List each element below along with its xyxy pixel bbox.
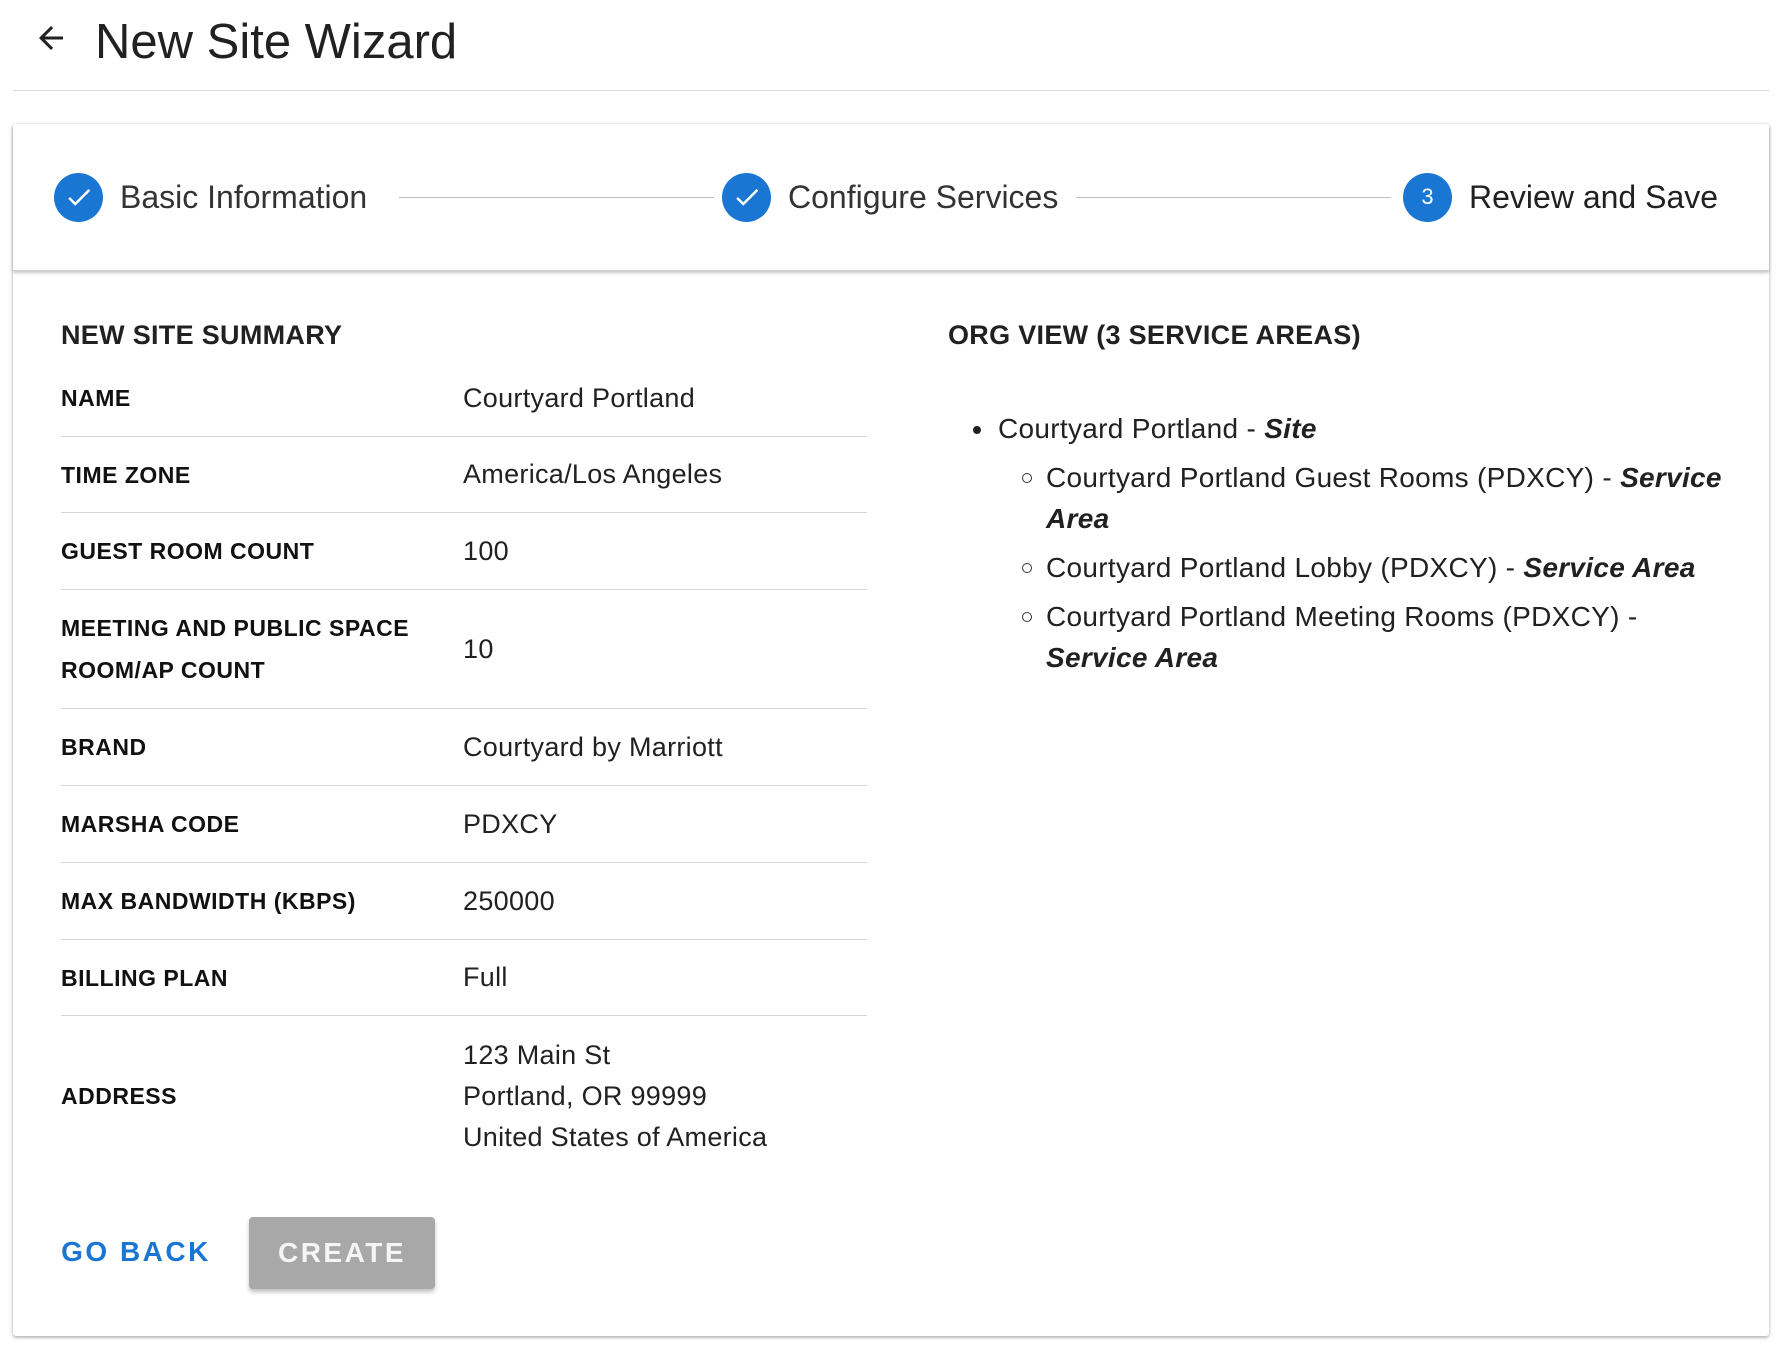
circle-bullet-icon [1022, 563, 1032, 573]
org-service-area-item: Courtyard Portland Lobby (PDXCY) - Servi… [973, 547, 1733, 588]
table-row: MEETING AND PUBLIC SPACE ROOM/AP COUNT 1… [61, 590, 867, 709]
org-service-area-item: Courtyard Portland Guest Rooms (PDXCY) -… [973, 457, 1733, 539]
step-configure-services[interactable]: Configure Services [722, 171, 1058, 223]
stepper: Basic Information Configure Services 3 R… [13, 124, 1769, 271]
go-back-button[interactable]: GO BACK [61, 1219, 211, 1285]
address-line: 123 Main St [463, 1039, 611, 1070]
table-row: ADDRESS 123 Main St Portland, OR 99999 U… [61, 1016, 867, 1176]
service-area-name: Courtyard Portland Guest Rooms (PDXCY) [1046, 462, 1595, 493]
row-value: PDXCY [463, 808, 558, 839]
step-basic-information[interactable]: Basic Information [54, 171, 367, 223]
row-value: Courtyard Portland [463, 382, 696, 413]
row-label: TIME ZONE [61, 461, 191, 488]
service-area-type: Service Area [1523, 552, 1696, 583]
bullet-icon [973, 426, 981, 434]
service-area-type: Service Area [1046, 642, 1219, 673]
summary-title: NEW SITE SUMMARY [61, 320, 343, 350]
row-label: ADDRESS [61, 1083, 177, 1109]
org-separator: - [1497, 552, 1524, 583]
org-separator: - [1238, 413, 1265, 444]
circle-bullet-icon [1022, 612, 1032, 622]
org-site-name: Courtyard Portland [998, 413, 1239, 444]
step-connector [399, 197, 714, 198]
table-row: GUEST ROOM COUNT 100 [61, 513, 867, 590]
wizard-card: Basic Information Configure Services 3 R… [13, 124, 1769, 1336]
back-button[interactable] [27, 14, 75, 62]
org-site-type: Site [1264, 413, 1317, 444]
service-area-name: Courtyard Portland Lobby (PDXCY) [1046, 552, 1498, 583]
step-connector [1076, 197, 1391, 198]
table-row: BILLING PLAN Full [61, 940, 867, 1016]
check-icon [735, 189, 758, 206]
org-site-item: Courtyard Portland - Site [973, 408, 1733, 449]
summary-table: NAME Courtyard Portland TIME ZONE Americ… [61, 360, 867, 1176]
app-header: New Site Wizard [13, 0, 1769, 91]
create-button[interactable]: CREATE [249, 1217, 435, 1289]
step-number-indicator: 3 [1403, 172, 1452, 222]
arrow-left-icon [39, 26, 63, 50]
step-review-and-save[interactable]: 3 Review and Save [1403, 171, 1718, 223]
row-label: GUEST ROOM COUNT [61, 538, 315, 564]
row-value: Courtyard by Marriott [463, 731, 723, 762]
org-separator: - [1619, 601, 1638, 632]
row-label: BRAND [61, 734, 147, 760]
table-row: NAME Courtyard Portland [61, 360, 867, 437]
table-row: BRAND Courtyard by Marriott [61, 709, 867, 786]
row-value: America/Los Angeles [463, 459, 723, 489]
circle-bullet-icon [1022, 473, 1032, 483]
row-label: NAME [61, 385, 131, 411]
org-view-title: ORG VIEW (3 SERVICE AREAS) [948, 320, 1361, 350]
page-title: New Site Wizard [95, 15, 458, 69]
address-line: Portland, OR 99999 [463, 1080, 708, 1111]
row-value: 250000 [463, 885, 555, 916]
address-value: 123 Main St Portland, OR 99999 United St… [463, 1035, 767, 1158]
row-value: Full [463, 962, 508, 992]
org-service-area-item: Courtyard Portland Meeting Rooms (PDXCY)… [973, 596, 1733, 678]
row-label: MAX BANDWIDTH (KBPS) [61, 888, 356, 914]
step-label: Configure Services [788, 178, 1059, 215]
row-value: 100 [463, 535, 509, 566]
row-label: BILLING PLAN [61, 964, 228, 991]
row-label: MARSHA CODE [61, 811, 240, 837]
step-complete-indicator [722, 172, 771, 222]
address-line: United States of America [463, 1121, 768, 1152]
step-label: Review and Save [1469, 178, 1719, 215]
org-tree: Courtyard Portland - Site Courtyard Port… [973, 394, 1733, 678]
step-label: Basic Information [120, 178, 368, 215]
check-icon [67, 189, 90, 206]
row-label: MEETING AND PUBLIC SPACE ROOM/AP COUNT [61, 615, 410, 683]
table-row: MAX BANDWIDTH (KBPS) 250000 [61, 863, 867, 940]
step-complete-indicator [54, 172, 103, 222]
table-row: TIME ZONE America/Los Angeles [61, 437, 867, 513]
row-value: 10 [463, 633, 494, 664]
org-separator: - [1594, 462, 1621, 493]
table-row: MARSHA CODE PDXCY [61, 786, 867, 863]
service-area-name: Courtyard Portland Meeting Rooms (PDXCY) [1046, 601, 1620, 632]
